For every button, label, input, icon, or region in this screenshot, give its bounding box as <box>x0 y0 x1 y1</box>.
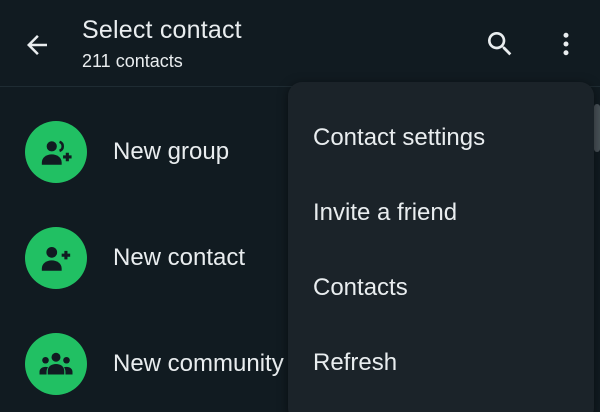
menu-item-label: Refresh <box>313 349 398 376</box>
menu-item-invite-a-friend[interactable]: Invite a friend <box>288 176 594 251</box>
more-vertical-icon <box>563 32 569 56</box>
list-item-label: New contact <box>113 244 246 271</box>
menu-item-refresh[interactable]: Refresh <box>288 326 594 401</box>
menu-item-label: Invite a friend <box>313 199 458 226</box>
menu-item-contact-settings[interactable]: Contact settings <box>288 101 594 176</box>
back-button[interactable] <box>14 22 60 68</box>
search-button[interactable] <box>478 22 522 66</box>
menu-item-contacts[interactable]: Contacts <box>288 251 594 326</box>
contact-count: 211 contacts <box>82 51 183 71</box>
list-item-label: New group <box>113 138 230 165</box>
page-title: Select contact <box>82 16 242 44</box>
overflow-menu: Contact settings Invite a friend Contact… <box>288 82 594 412</box>
more-options-button[interactable] <box>544 22 588 66</box>
select-contact-screen: Select contact 211 contacts New group Ne… <box>0 0 600 412</box>
group-add-icon <box>41 140 72 165</box>
avatar <box>25 333 87 395</box>
menu-item-label: Contacts <box>313 274 408 301</box>
scrollbar[interactable] <box>594 104 600 152</box>
search-icon <box>488 32 512 56</box>
arrow-left-icon <box>27 35 47 55</box>
list-item-label: New community <box>113 350 284 377</box>
avatar <box>25 227 87 289</box>
person-add-icon <box>41 246 71 271</box>
top-app-bar: Select contact 211 contacts <box>0 0 600 87</box>
avatar <box>25 121 87 183</box>
community-icon <box>39 352 73 375</box>
menu-item-label: Contact settings <box>313 124 486 151</box>
